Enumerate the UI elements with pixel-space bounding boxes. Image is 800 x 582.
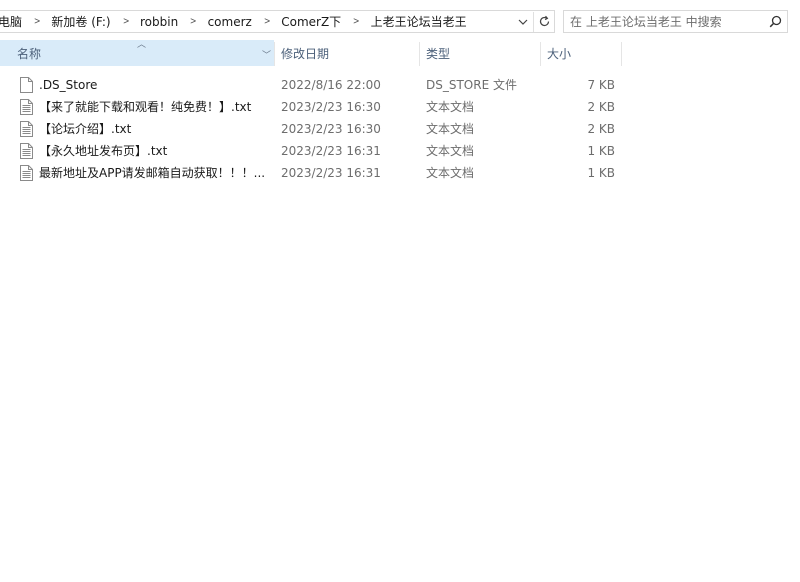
text-file-icon — [20, 143, 33, 159]
file-type: 文本文档 — [426, 100, 475, 114]
column-divider[interactable] — [621, 42, 622, 66]
breadcrumb-item-comerz-down[interactable]: ComerZ下 — [280, 13, 342, 30]
file-name: 【永久地址发布页】.txt — [39, 144, 168, 158]
breadcrumb: 电脑 > 新加卷 (F:) > robbin > comerz > ComerZ… — [0, 13, 513, 30]
search-icon[interactable] — [763, 15, 787, 28]
chevron-right-icon[interactable]: > — [122, 16, 129, 27]
search-input[interactable] — [564, 12, 763, 31]
sort-ascending-icon: ︿ — [137, 40, 147, 50]
refresh-button[interactable] — [533, 11, 554, 32]
search-box[interactable] — [563, 10, 788, 33]
file-size: 2 KB — [587, 100, 615, 114]
breadcrumb-item-current-folder[interactable]: 上老王论坛当老王 — [370, 13, 468, 30]
breadcrumb-item-drive[interactable]: 新加卷 (F:) — [50, 13, 111, 30]
file-type: DS_STORE 文件 — [426, 78, 517, 92]
chevron-right-icon[interactable]: > — [34, 16, 41, 27]
address-bar[interactable]: 电脑 > 新加卷 (F:) > robbin > comerz > ComerZ… — [0, 10, 555, 33]
file-type: 文本文档 — [426, 122, 475, 136]
file-date: 2023/2/23 16:30 — [281, 122, 381, 136]
chevron-right-icon[interactable]: > — [353, 16, 360, 27]
history-dropdown-button[interactable] — [513, 12, 533, 32]
file-row[interactable]: 【永久地址发布页】.txt 2023/2/23 16:31 文本文档 1 KB — [0, 140, 640, 162]
file-name: 【来了就能下载和观看！纯免费！】.txt — [39, 100, 252, 114]
breadcrumb-item-pc[interactable]: 电脑 — [0, 13, 23, 30]
file-date: 2022/8/16 22:00 — [281, 78, 381, 92]
file-size: 2 KB — [587, 122, 615, 136]
file-size: 1 KB — [587, 166, 615, 180]
column-header-type[interactable]: 类型 — [420, 40, 540, 66]
file-name: 最新地址及APP请发邮箱自动获取！！！... — [39, 166, 266, 180]
file-row[interactable]: 【论坛介绍】.txt 2023/2/23 16:30 文本文档 2 KB — [0, 118, 640, 140]
text-file-icon — [20, 165, 33, 181]
chevron-right-icon[interactable]: > — [190, 16, 197, 27]
refresh-icon — [539, 15, 549, 27]
file-row[interactable]: .DS_Store 2022/8/16 22:00 DS_STORE 文件 7 … — [0, 74, 640, 96]
column-header-name[interactable]: ︿ 名称 ﹀ — [0, 40, 274, 66]
text-file-icon — [20, 99, 33, 115]
file-size: 1 KB — [587, 144, 615, 158]
file-row[interactable]: 最新地址及APP请发邮箱自动获取！！！... 2023/2/23 16:31 文… — [0, 162, 640, 184]
blank-file-icon — [20, 77, 33, 93]
file-type: 文本文档 — [426, 166, 475, 180]
text-file-icon — [20, 121, 33, 137]
file-name: 【论坛介绍】.txt — [39, 122, 132, 136]
file-date: 2023/2/23 16:31 — [281, 166, 381, 180]
chevron-down-icon[interactable]: ﹀ — [262, 48, 271, 61]
breadcrumb-item-comerz[interactable]: comerz — [207, 15, 253, 29]
chevron-down-icon — [518, 19, 528, 25]
file-list: .DS_Store 2022/8/16 22:00 DS_STORE 文件 7 … — [0, 74, 640, 184]
file-date: 2023/2/23 16:31 — [281, 144, 381, 158]
file-row[interactable]: 【来了就能下载和观看！纯免费！】.txt 2023/2/23 16:30 文本文… — [0, 96, 640, 118]
file-date: 2023/2/23 16:30 — [281, 100, 381, 114]
file-type: 文本文档 — [426, 144, 475, 158]
column-header: ︿ 名称 ﹀ 修改日期 类型 大小 — [0, 40, 640, 66]
breadcrumb-item-robbin[interactable]: robbin — [139, 15, 179, 29]
file-size: 7 KB — [587, 78, 615, 92]
file-name: .DS_Store — [39, 78, 98, 92]
chevron-right-icon[interactable]: > — [264, 16, 271, 27]
column-header-date[interactable]: 修改日期 — [275, 40, 419, 66]
column-header-size[interactable]: 大小 — [541, 40, 621, 66]
